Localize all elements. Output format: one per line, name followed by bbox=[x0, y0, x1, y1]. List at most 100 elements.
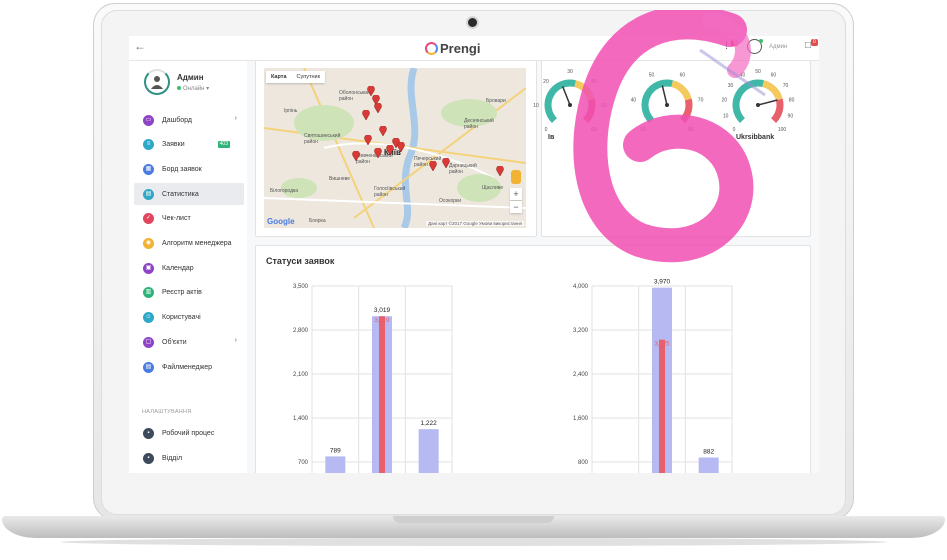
tab-satellite[interactable]: Супутник bbox=[292, 71, 326, 83]
map[interactable]: Карта Супутник Ірпінь Бровари Вишневе Бі… bbox=[264, 68, 526, 228]
gauge-tick-label: 100 bbox=[778, 127, 787, 133]
map-pin-icon[interactable] bbox=[429, 161, 437, 171]
gauge-tick-label: 50 bbox=[755, 69, 761, 75]
user-icon bbox=[151, 76, 163, 89]
sidebar-item[interactable]: ◉ Алгоритм менеджера bbox=[134, 233, 244, 255]
map-label: Ірпінь bbox=[284, 108, 298, 114]
bar[interactable] bbox=[325, 456, 346, 473]
tab-map[interactable]: Карта bbox=[266, 71, 292, 83]
map-pin-icon[interactable] bbox=[397, 142, 405, 152]
notification-icon[interactable]: ! bbox=[725, 40, 728, 52]
map-pin-icon[interactable] bbox=[374, 148, 382, 158]
gauge-tick-label: 10 bbox=[533, 103, 539, 109]
gauge-band bbox=[770, 98, 784, 124]
bar[interactable] bbox=[659, 339, 665, 473]
y-tick-label: 1,400 bbox=[293, 416, 309, 422]
sidebar-item-label: Борд заявок bbox=[162, 165, 202, 173]
status-chart-2: 8001,6002,4003,2004,0001423,9703,0258823… bbox=[573, 279, 733, 473]
sidebar-item-label: Заявки bbox=[162, 141, 185, 149]
sidebar-settings-item[interactable]: ▪Роботи bbox=[134, 472, 244, 473]
gauge-tick-label: 20 bbox=[722, 98, 728, 104]
sidebar-item-icon: ◉ bbox=[143, 238, 154, 249]
map-credit[interactable]: Дані карт ©2017 Google Умови використанн… bbox=[426, 221, 524, 226]
map-card: Карта Супутник Ірпінь Бровари Вишневе Бі… bbox=[255, 60, 537, 237]
gauge-tick-label: 10 bbox=[723, 114, 729, 120]
gauge-tick-label: 0 bbox=[545, 127, 548, 133]
statuses-title: Статуси заявок bbox=[266, 256, 335, 266]
sidebar-item[interactable]: ▦ Борд заявок bbox=[134, 158, 244, 180]
gauge-tick-label: 40 bbox=[740, 73, 746, 79]
cart-badge: 0 bbox=[811, 39, 818, 46]
map-pin-icon[interactable] bbox=[364, 135, 372, 145]
zoom-in-button[interactable]: + bbox=[510, 188, 522, 200]
sidebar-item-icon: ▭ bbox=[143, 114, 154, 126]
map-pin-icon[interactable] bbox=[362, 110, 370, 120]
sidebar-item[interactable]: ▥ Реєстр актів bbox=[134, 282, 244, 304]
sidebar-item-icon: ☺ bbox=[143, 312, 154, 324]
gauge: 0 10 20 30 40 50 60 bbox=[533, 69, 607, 133]
map-pin-icon[interactable] bbox=[352, 151, 360, 161]
sidebar-item-label: Реєстр актів bbox=[162, 289, 202, 297]
map-label: Голосіївський район bbox=[374, 186, 406, 198]
gauge-tick-label: 50 bbox=[649, 73, 655, 79]
bar[interactable] bbox=[698, 457, 719, 473]
sidebar: Админ Онлайн ▾ ▭ Дашборд › ≡ Заявки 403 ▦ Борд … bbox=[129, 61, 247, 473]
y-tick-label: 1,600 bbox=[573, 416, 589, 422]
bar[interactable] bbox=[418, 429, 439, 473]
profile-avatar[interactable] bbox=[144, 69, 170, 95]
logo-text: Prengi bbox=[440, 40, 481, 56]
sidebar-item[interactable]: ▤ Статистика bbox=[134, 183, 244, 206]
map-pin-icon[interactable] bbox=[386, 145, 394, 155]
sidebar-item[interactable]: ≡ Заявки 403 bbox=[134, 134, 244, 156]
profile-status[interactable]: Онлайн ▾ bbox=[177, 85, 209, 92]
sidebar-item[interactable]: ☺ Користувачі bbox=[134, 307, 244, 329]
map-pin-icon[interactable] bbox=[374, 103, 382, 113]
sidebar-settings-item[interactable]: ▪ Робочий процес bbox=[134, 422, 244, 444]
gauge-tick-label: 30 bbox=[640, 127, 646, 133]
sidebar-item-label: Користувачі bbox=[162, 314, 201, 322]
map-pin-icon[interactable] bbox=[379, 126, 387, 136]
count-badge: 403 bbox=[217, 140, 230, 148]
header-user-name[interactable]: Админ bbox=[769, 44, 787, 50]
gauge-tick-label: 30 bbox=[567, 69, 573, 75]
sidebar-item[interactable]: ▣ Календар bbox=[134, 257, 244, 279]
laptop-shadow bbox=[60, 538, 887, 546]
laptop-notch bbox=[393, 516, 554, 523]
map-pin-icon[interactable] bbox=[442, 158, 450, 168]
gauge-tick-label: 40 bbox=[631, 98, 637, 104]
bar[interactable] bbox=[379, 316, 385, 473]
logo[interactable]: Prengi bbox=[425, 39, 480, 57]
zoom-out-button[interactable]: − bbox=[510, 201, 522, 213]
gauge-band bbox=[582, 98, 596, 124]
back-arrow-icon[interactable]: ← bbox=[134, 39, 146, 53]
sidebar-item-icon: ▣ bbox=[143, 262, 154, 274]
bar-value-label: 1,222 bbox=[421, 420, 438, 427]
gauge-tick-label: 40 bbox=[591, 79, 597, 85]
sidebar-item[interactable]: ▤ Файлменеджер bbox=[134, 356, 244, 378]
gauge-tick-label: 70 bbox=[698, 98, 704, 104]
gauge-band bbox=[574, 80, 595, 101]
gauge-needle bbox=[757, 99, 778, 106]
gauge-band bbox=[762, 80, 783, 101]
sidebar-item[interactable]: ▭ Дашборд › bbox=[134, 109, 244, 131]
gauge-hub bbox=[665, 103, 669, 107]
bar-value-label: 3,019 bbox=[374, 307, 391, 314]
gauge-tick-label: 50 bbox=[601, 103, 607, 109]
sidebar-settings-item[interactable]: ▪ Відділ bbox=[134, 447, 244, 469]
map-pin-icon[interactable] bbox=[496, 166, 504, 176]
sidebar-item-icon: ▤ bbox=[143, 188, 154, 200]
sidebar-item-label: Календар bbox=[162, 264, 194, 272]
y-tick-label: 700 bbox=[298, 460, 309, 466]
street-view-icon[interactable] bbox=[511, 170, 521, 184]
sidebar-item-icon: ▥ bbox=[143, 287, 154, 299]
settings-section-title: НАЛАШТУВАННЯ bbox=[142, 409, 192, 415]
sidebar-item-label: Статистика bbox=[162, 190, 199, 198]
gauge: 30 40 50 60 70 80 bbox=[631, 73, 704, 133]
map-label: Білогородка bbox=[270, 188, 299, 194]
sidebar-item[interactable]: ▢ Об'єкти › bbox=[134, 331, 244, 353]
map-label: Деснянський район bbox=[464, 118, 494, 130]
gauge-tick-label: 60 bbox=[771, 73, 777, 79]
gauge-band bbox=[641, 79, 673, 124]
gauge-tick-label: 20 bbox=[543, 79, 549, 85]
sidebar-item[interactable]: ✓ Чек-лист bbox=[134, 208, 244, 230]
